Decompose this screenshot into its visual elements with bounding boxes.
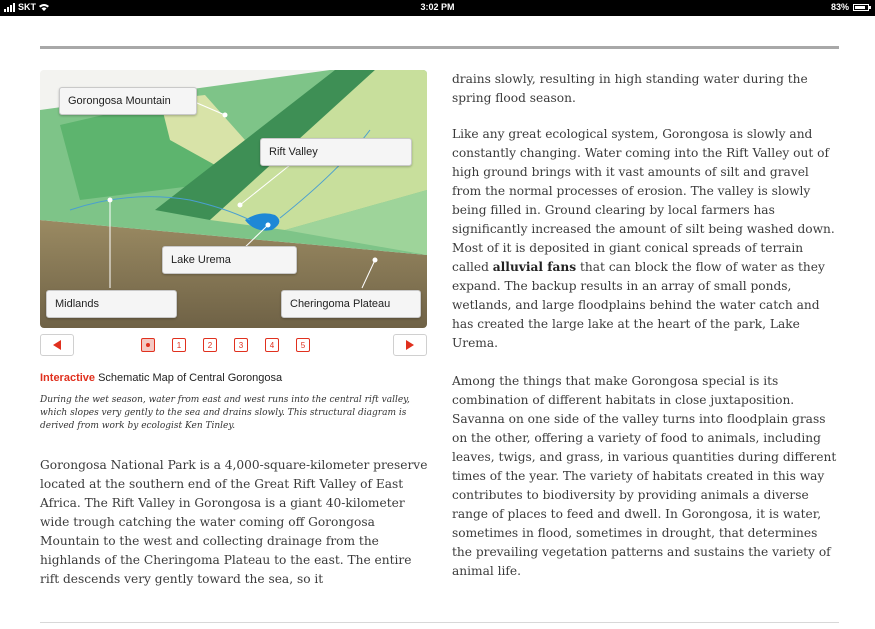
figure-caption-text: During the wet season, water from east a… (40, 395, 410, 431)
right-paragraph-3: Among the things that make Gorongosa spe… (452, 374, 837, 578)
arrow-left-icon (53, 340, 61, 350)
right-paragraph-2: Like any great ecological system, Gorong… (452, 125, 840, 353)
status-bar: SKT 3:02 PM 83% (0, 0, 875, 16)
page-button-5[interactable]: 5 (296, 338, 310, 352)
figure-caption-title: Interactive Schematic Map of Central Gor… (40, 372, 282, 384)
page-button-1[interactable]: 1 (172, 338, 186, 352)
previous-button[interactable] (40, 334, 74, 356)
status-time: 3:02 PM (420, 2, 455, 12)
page-button-current[interactable] (141, 338, 155, 352)
arrow-right-icon (406, 340, 414, 350)
paragraph-2-text-a: Like any great ecological system, Gorong… (452, 127, 835, 274)
bottom-rule (40, 622, 839, 623)
next-button[interactable] (393, 334, 427, 356)
left-body-paragraph: Gorongosa National Park is a 4,000-squar… (40, 458, 428, 586)
label-rift-valley[interactable]: Rift Valley (260, 138, 412, 166)
label-lake-urema[interactable]: Lake Urema (162, 246, 297, 274)
status-right: 83% (830, 2, 871, 12)
current-page-dot-icon (146, 343, 150, 347)
battery-label: 83% (830, 2, 849, 12)
alluvial-fans-term: alluvial fans (492, 260, 577, 274)
label-gorongosa-mountain[interactable]: Gorongosa Mountain (59, 87, 197, 115)
page-selector: 1 2 3 4 5 (141, 338, 310, 352)
page-button-4[interactable]: 4 (265, 338, 279, 352)
label-midlands[interactable]: Midlands (46, 290, 177, 318)
battery-fill (855, 5, 865, 9)
label-cheringoma-plateau[interactable]: Cheringoma Plateau (281, 290, 421, 318)
caption-title-text: Schematic Map of Central Gorongosa (95, 372, 283, 384)
page-button-2[interactable]: 2 (203, 338, 217, 352)
page-button-3[interactable]: 3 (234, 338, 248, 352)
top-rule (40, 46, 839, 49)
interactive-tag: Interactive (40, 372, 96, 384)
schematic-map[interactable]: Gorongosa Mountain Rift Valley Lake Urem… (40, 70, 427, 328)
battery-icon (853, 3, 871, 11)
right-paragraph-1: drains slowly, resulting in high standin… (452, 72, 808, 105)
